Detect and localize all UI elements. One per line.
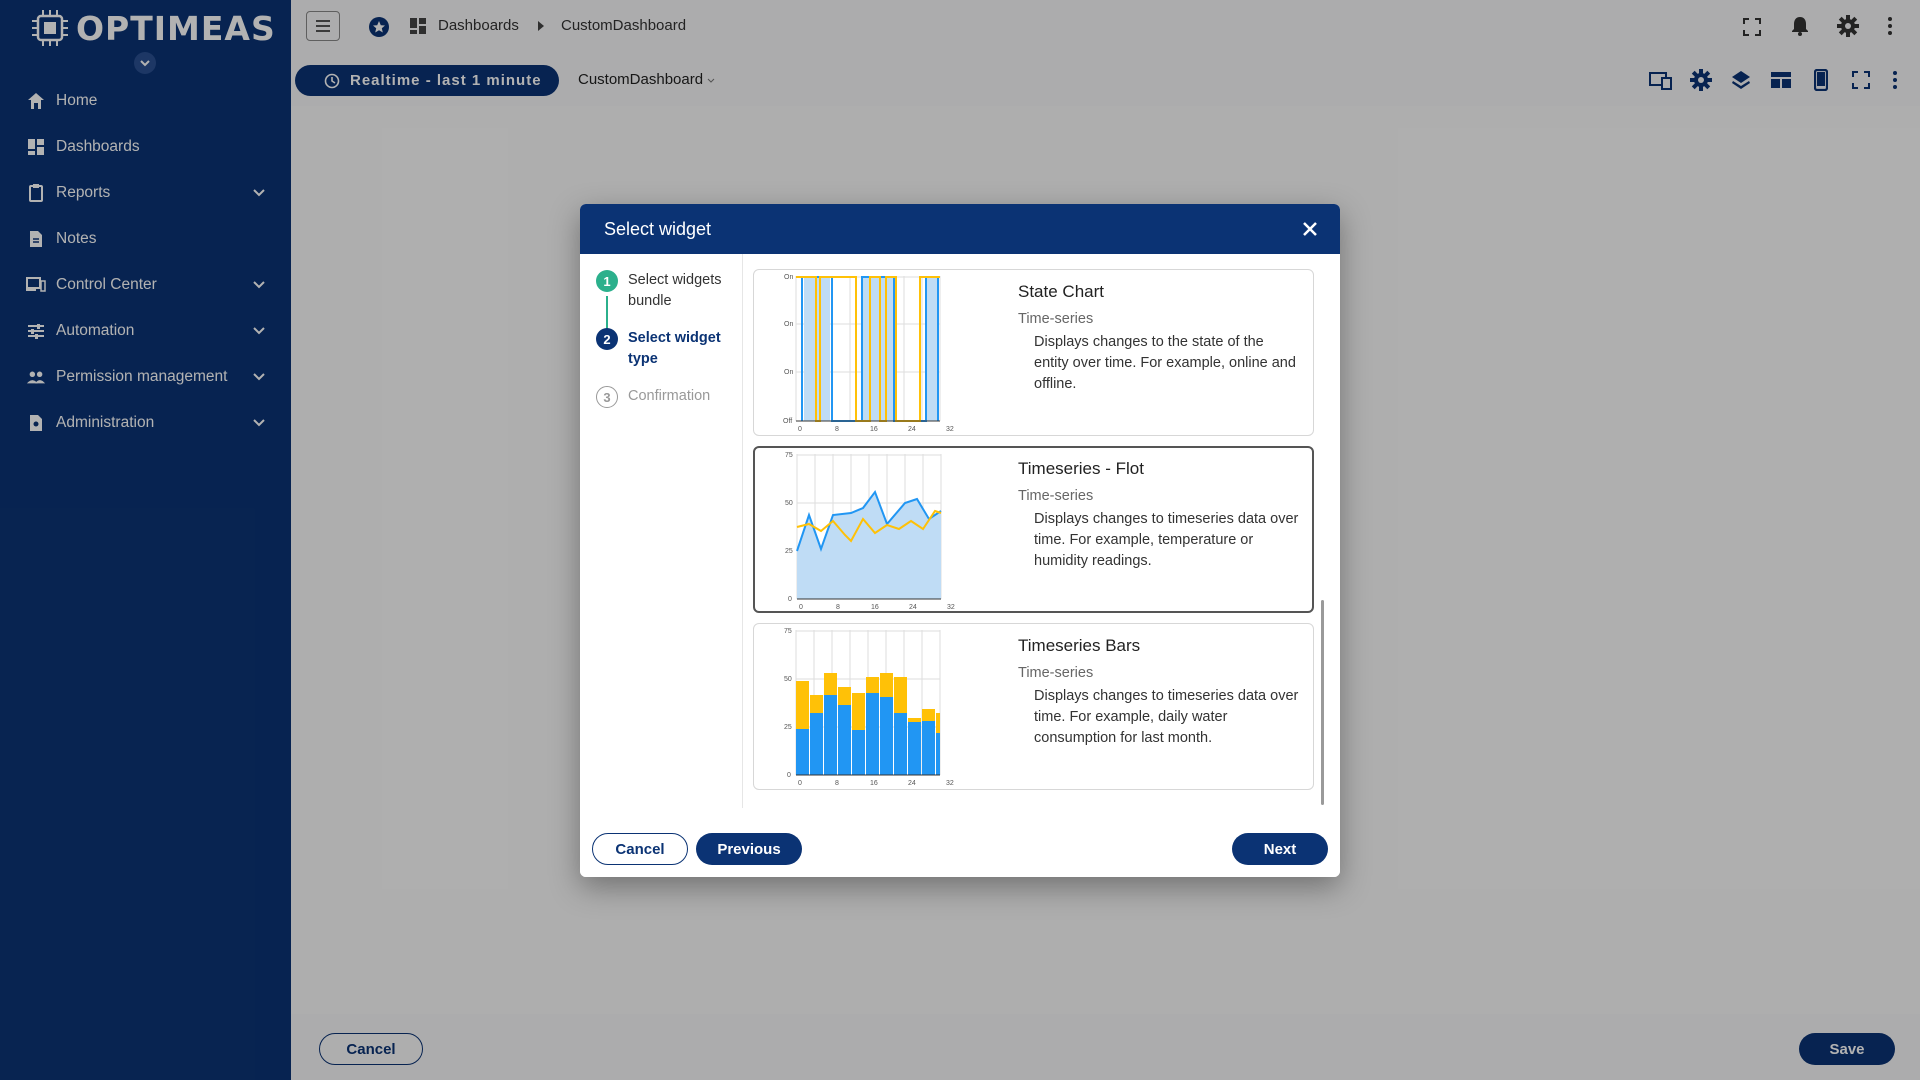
y-tick-label: 0 (787, 772, 791, 779)
x-tick-label: 8 (836, 604, 840, 611)
widget-title: Timeseries - Flot (1018, 459, 1144, 478)
x-tick-label: 16 (871, 604, 879, 611)
dialog-header: Select widget (580, 204, 1340, 254)
widget-title: State Chart (1018, 282, 1104, 301)
widget-category: Time-series (1018, 665, 1094, 681)
widget-list-scrollbar[interactable] (1321, 600, 1324, 805)
x-tick-label: 32 (946, 780, 954, 787)
x-tick-label: 0 (798, 426, 802, 433)
step-label: Confirmation (628, 388, 711, 404)
widget-description: Displays changes to timeseries data over… (1034, 511, 1299, 569)
timeseries-bars-preview: 75 50 25 0 0 8 16 24 32 (784, 628, 954, 787)
close-dialog-button[interactable] (1298, 217, 1322, 241)
next-button[interactable]: Next (1232, 833, 1328, 865)
y-tick-label: 25 (784, 724, 792, 731)
y-tick-label: 25 (785, 548, 793, 555)
widget-description: Displays changes to the state of the ent… (1034, 334, 1296, 392)
x-tick-label: 0 (799, 604, 803, 611)
select-widget-dialog: Select widget 1 Select widgets bundle 2 … (580, 204, 1340, 877)
step-number: 3 (596, 386, 618, 408)
next-label: Next (1263, 840, 1297, 858)
widget-list: On On On Off 0 8 16 24 32 State Chart Ti… (743, 254, 1340, 808)
y-tick-label: On (784, 274, 793, 281)
step-select-bundle[interactable]: 1 Select widgets bundle (596, 270, 733, 312)
x-tick-label: 24 (908, 426, 916, 433)
state-chart-preview: On On On Off 0 8 16 24 32 (783, 274, 954, 433)
widget-title: Timeseries Bars (1018, 636, 1141, 655)
x-tick-label: 8 (835, 780, 839, 787)
dialog-cancel-button[interactable]: Cancel (592, 833, 688, 865)
y-tick-label: On (784, 321, 793, 328)
x-tick-label: 16 (870, 780, 878, 787)
x-tick-label: 0 (798, 780, 802, 787)
widget-description: Displays changes to timeseries data over… (1034, 688, 1299, 746)
step-number: 2 (596, 328, 618, 350)
x-tick-label: 32 (947, 604, 955, 611)
widget-card-timeseries-flot[interactable]: 75 50 25 0 0 8 16 24 32 Timeseries - Flo… (753, 446, 1314, 613)
step-label: Select widget type (628, 330, 721, 367)
step-label: Select widgets bundle (628, 272, 722, 309)
x-tick-label: 32 (946, 426, 954, 433)
x-tick-label: 8 (835, 426, 839, 433)
widget-card-timeseries-bars[interactable]: 75 50 25 0 0 8 16 24 32 Timeseries Bars … (753, 623, 1314, 790)
widget-card-state-chart[interactable]: On On On Off 0 8 16 24 32 State Chart Ti… (753, 269, 1314, 436)
previous-button[interactable]: Previous (696, 833, 802, 865)
x-tick-label: 24 (909, 604, 917, 611)
y-tick-label: 75 (785, 452, 793, 459)
step-select-type[interactable]: 2 Select widget type (596, 328, 733, 370)
timeseries-flot-preview: 75 50 25 0 0 8 16 24 32 (785, 452, 955, 611)
y-tick-label: 0 (788, 596, 792, 603)
y-tick-label: On (784, 369, 793, 376)
dialog-cancel-label: Cancel (615, 840, 665, 858)
dialog-title: Select widget (604, 218, 712, 239)
previous-label: Previous (717, 840, 781, 858)
y-tick-label: 75 (784, 628, 792, 635)
close-icon (1303, 222, 1317, 236)
x-tick-label: 16 (870, 426, 878, 433)
step-number: 1 (596, 270, 618, 292)
x-tick-label: 24 (908, 780, 916, 787)
stepper: 1 Select widgets bundle 2 Select widget … (580, 254, 743, 808)
dialog-footer: Cancel Previous Next (580, 808, 1340, 877)
y-tick-label: 50 (784, 676, 792, 683)
widget-category: Time-series (1018, 488, 1094, 504)
y-tick-label: 50 (785, 500, 793, 507)
y-tick-label: Off (783, 418, 792, 425)
widget-category: Time-series (1018, 311, 1094, 327)
step-confirmation: 3 Confirmation (596, 386, 733, 408)
